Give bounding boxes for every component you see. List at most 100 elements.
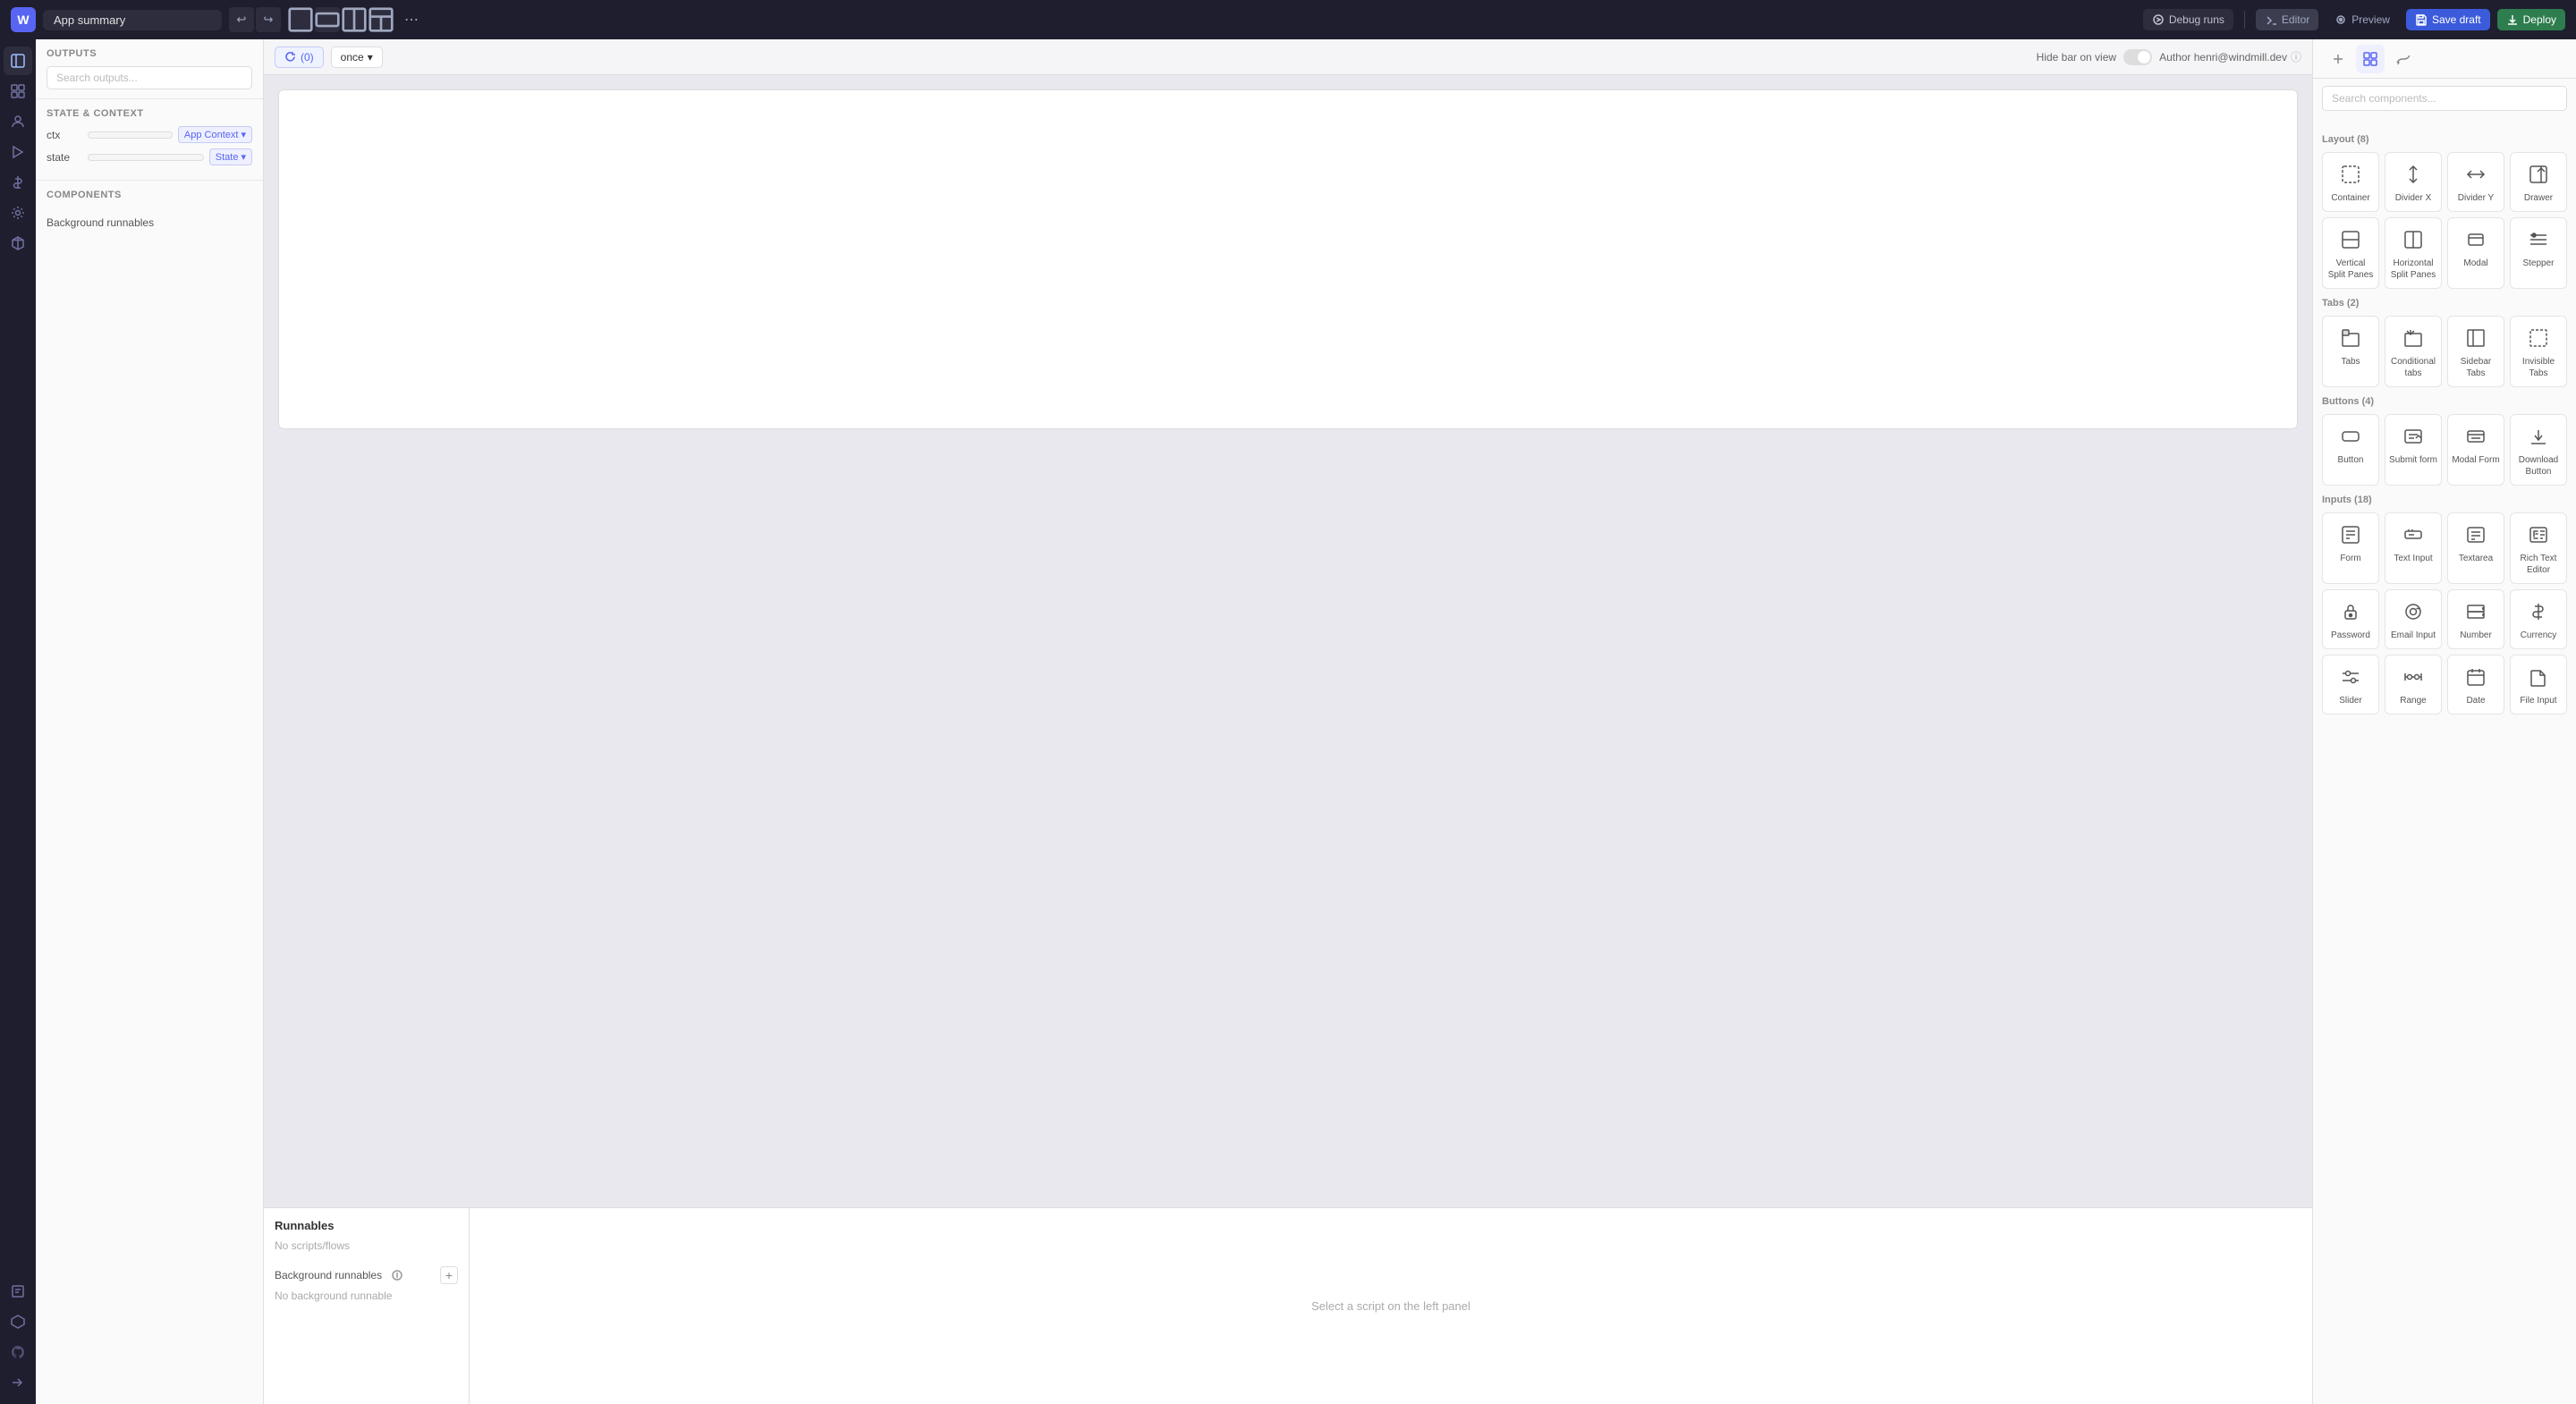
- sidebar-icon-flow[interactable]: [4, 138, 32, 166]
- undo-button[interactable]: ↩: [229, 7, 254, 32]
- component-stepper[interactable]: Stepper: [2510, 217, 2567, 289]
- sidebar-icon-nav[interactable]: [4, 1368, 32, 1397]
- text-input-label: Text Input: [2394, 553, 2432, 564]
- author-info-icon[interactable]: ⓘ: [2291, 49, 2301, 64]
- outputs-search[interactable]: [47, 66, 252, 89]
- component-drawer[interactable]: Drawer: [2510, 152, 2567, 212]
- buttons-section-title: Buttons (4): [2322, 396, 2567, 407]
- rich-text-editor-icon: [2524, 520, 2553, 549]
- once-button[interactable]: once ▾: [331, 47, 383, 68]
- add-bg-runnable-button[interactable]: +: [440, 1266, 458, 1284]
- component-sidebar-tabs[interactable]: Sidebar Tabs: [2447, 316, 2504, 387]
- component-email-input[interactable]: Email Input: [2385, 589, 2442, 649]
- container-label: Container: [2331, 192, 2369, 204]
- component-rich-text-editor[interactable]: Rich Text Editor: [2510, 512, 2567, 584]
- modal-label: Modal: [2463, 258, 2487, 269]
- download-button-label: Download Button: [2514, 454, 2563, 478]
- script-hint-text: Select a script on the left panel: [480, 1219, 2301, 1393]
- component-text-input[interactable]: Text Input: [2385, 512, 2442, 584]
- refresh-button[interactable]: (0): [275, 47, 324, 68]
- left-panel: Outputs State & Context ctx App Context …: [36, 39, 264, 1404]
- sidebar-icon-logs[interactable]: [4, 1277, 32, 1306]
- component-button[interactable]: Button: [2322, 414, 2379, 486]
- preview-button[interactable]: Preview: [2326, 9, 2399, 30]
- right-tab-add[interactable]: [2324, 45, 2352, 73]
- component-container[interactable]: Container: [2322, 152, 2379, 212]
- save-draft-button[interactable]: Save draft: [2406, 9, 2490, 30]
- bg-runnables-header: Background runnables +: [275, 1266, 458, 1284]
- component-modal[interactable]: Modal: [2447, 217, 2504, 289]
- component-form[interactable]: Form: [2322, 512, 2379, 584]
- runnables-panel: Runnables No scripts/flows Background ru…: [264, 1208, 470, 1404]
- conditional-tabs-label: Conditional tabs: [2389, 356, 2437, 379]
- download-button-icon: [2524, 422, 2553, 451]
- submit-form-icon: [2399, 422, 2428, 451]
- runnables-title: Runnables: [275, 1219, 458, 1232]
- more-button[interactable]: ⋯: [401, 7, 422, 32]
- component-range[interactable]: Range: [2385, 655, 2442, 715]
- components-search-input[interactable]: [2322, 86, 2567, 111]
- right-tab-components[interactable]: [2356, 45, 2385, 73]
- view-wide-button[interactable]: [315, 7, 340, 32]
- sidebar-icon-users[interactable]: [4, 107, 32, 136]
- tabs-label: Tabs: [2341, 356, 2360, 368]
- component-currency[interactable]: Currency: [2510, 589, 2567, 649]
- sidebar-icon-apps[interactable]: [4, 77, 32, 106]
- component-divider-y[interactable]: Divider Y: [2447, 152, 2504, 212]
- sidebar-icon-dollar[interactable]: [4, 168, 32, 197]
- vertical-split-label: Vertical Split Panes: [2326, 258, 2375, 281]
- modal-form-icon: [2462, 422, 2490, 451]
- app-title-input[interactable]: [43, 10, 222, 30]
- view-split-button[interactable]: [342, 7, 367, 32]
- state-badge[interactable]: State ▾: [209, 148, 252, 165]
- sidebar-icon-blocks[interactable]: [4, 229, 32, 258]
- debug-runs-button[interactable]: Debug runs: [2143, 9, 2233, 30]
- editor-button[interactable]: Editor: [2256, 9, 2318, 30]
- range-label: Range: [2400, 695, 2426, 706]
- component-date[interactable]: Date: [2447, 655, 2504, 715]
- component-password[interactable]: Password: [2322, 589, 2379, 649]
- sidebar-icon-settings[interactable]: [4, 199, 32, 227]
- hide-bar-toggle[interactable]: [2123, 49, 2152, 65]
- component-conditional-tabs[interactable]: Conditional tabs: [2385, 316, 2442, 387]
- sidebar-icon-integrations[interactable]: [4, 1307, 32, 1336]
- component-tabs[interactable]: Tabs: [2322, 316, 2379, 387]
- sidebar-icon-home[interactable]: [4, 47, 32, 75]
- email-input-label: Email Input: [2391, 630, 2436, 641]
- right-search-bar: [2313, 79, 2576, 118]
- component-file-input[interactable]: File Input: [2510, 655, 2567, 715]
- sidebar-icon-github[interactable]: [4, 1338, 32, 1366]
- canvas-workspace: [264, 75, 2312, 1207]
- component-textarea[interactable]: Textarea: [2447, 512, 2504, 584]
- ctx-label: ctx: [47, 129, 82, 141]
- redo-button[interactable]: ↪: [256, 7, 281, 32]
- canvas-area: (0) once ▾ Hide bar on view Author henri…: [264, 39, 2312, 1404]
- layout-section-title: Layout (8): [2322, 134, 2567, 145]
- component-slider[interactable]: Slider: [2322, 655, 2379, 715]
- submit-form-label: Submit form: [2389, 454, 2437, 466]
- button-label: Button: [2338, 454, 2364, 466]
- component-modal-form[interactable]: Modal Form: [2447, 414, 2504, 486]
- deploy-button[interactable]: Deploy: [2497, 9, 2565, 30]
- view-compact-button[interactable]: [288, 7, 313, 32]
- email-input-icon: [2399, 597, 2428, 626]
- ctx-badge[interactable]: App Context ▾: [178, 126, 252, 143]
- undo-redo-controls: ↩ ↪: [229, 7, 281, 32]
- component-invisible-tabs[interactable]: Invisible Tabs: [2510, 316, 2567, 387]
- background-runnables-section: Background runnables: [36, 213, 263, 238]
- right-tab-style[interactable]: [2388, 45, 2417, 73]
- component-divider-x[interactable]: Divider X: [2385, 152, 2442, 212]
- right-panel: Layout (8) Container Divider X: [2312, 39, 2576, 1404]
- form-label: Form: [2340, 553, 2360, 564]
- state-label: state: [47, 151, 82, 164]
- modal-icon: [2462, 225, 2490, 254]
- view-full-button[interactable]: [369, 7, 394, 32]
- ctx-value-field: [88, 131, 173, 139]
- date-icon: [2462, 663, 2490, 691]
- component-horizontal-split[interactable]: Horizontal Split Panes: [2385, 217, 2442, 289]
- component-submit-form[interactable]: Submit form: [2385, 414, 2442, 486]
- bg-runnables-title: Background runnables: [275, 1269, 382, 1281]
- component-download-button[interactable]: Download Button: [2510, 414, 2567, 486]
- component-number[interactable]: Number: [2447, 589, 2504, 649]
- component-vertical-split[interactable]: Vertical Split Panes: [2322, 217, 2379, 289]
